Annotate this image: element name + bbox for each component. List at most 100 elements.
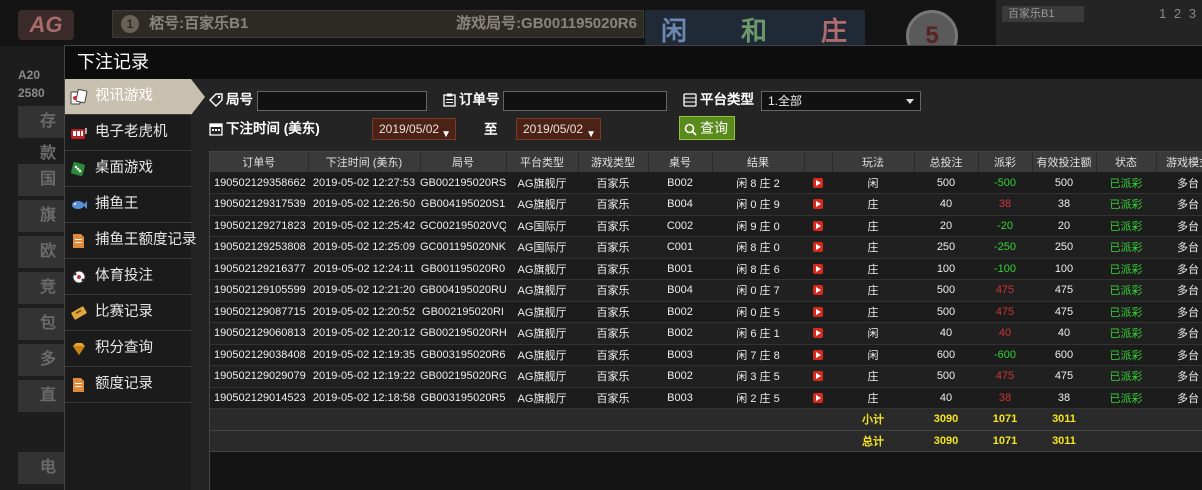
cell-total-bet: 500 xyxy=(914,172,978,194)
cell-total-bet: 600 xyxy=(914,344,978,366)
slot-icon xyxy=(71,128,87,139)
table-row: 190502129087715 2019-05-02 12:20:52 GB0021… xyxy=(210,301,1202,323)
cell-bet-time: 2019-05-02 12:18:58 xyxy=(308,387,420,409)
play-video-icon[interactable] xyxy=(813,285,823,296)
order-input[interactable] xyxy=(503,91,667,111)
round-input[interactable] xyxy=(257,91,427,111)
cards-icon xyxy=(70,89,88,105)
cell-payout: 40 xyxy=(978,322,1032,345)
cell-payout: -500 xyxy=(978,172,1032,194)
cell-status: 已派彩 xyxy=(1096,365,1156,388)
cell-table-no: B003 xyxy=(648,344,712,366)
sidebar-item-table-games[interactable]: 桌面游戏 xyxy=(65,151,191,187)
tag-icon xyxy=(209,93,223,107)
cell-bet-time: 2019-05-02 12:19:22 xyxy=(308,365,420,388)
sidebar-item-live-games[interactable]: 视讯游戏 xyxy=(65,79,205,115)
cell-table-no: B004 xyxy=(648,279,712,302)
cell-platform: AG旗舰厅 xyxy=(506,344,578,366)
play-video-icon[interactable] xyxy=(813,349,823,360)
right-tab: 百家乐B1 xyxy=(1002,6,1084,22)
cell-game-type: 百家乐 xyxy=(578,258,648,280)
table-row: 190502129216377 2019-05-02 12:24:11 GB0011… xyxy=(210,258,1202,280)
dice-icon xyxy=(71,162,85,176)
cell-round-id: GB003195020R6 xyxy=(420,344,506,366)
cell-play-type: 庄 xyxy=(832,258,914,280)
sidebar-item-fish-credit[interactable]: 捕鱼王额度记录 xyxy=(65,223,197,259)
play-video-icon[interactable] xyxy=(813,371,823,382)
table-header-row: 订单号 下注时间 (美东) 局号 平台类型 游戏类型 桌号 结果 玩法 总投注 派彩 有效投注额 状态… xyxy=(210,152,1202,172)
sidebar-item-slots[interactable]: 电子老虎机 xyxy=(65,115,191,151)
cell-bet-time: 2019-05-02 12:21:20 xyxy=(308,279,420,302)
cell-table-no: B002 xyxy=(648,301,712,323)
cell-bet-time: 2019-05-02 12:25:42 xyxy=(308,215,420,237)
cell-valid-bet: 38 xyxy=(1032,387,1096,409)
cell-status: 已派彩 xyxy=(1096,172,1156,194)
play-video-icon[interactable] xyxy=(813,263,823,274)
cell-game-mode: 多台 xyxy=(1156,301,1202,323)
table-name: 桮号:百家乐B1 xyxy=(149,15,249,32)
platform-select[interactable]: 1.全部 xyxy=(761,91,921,111)
cell-valid-bet: 20 xyxy=(1032,215,1096,237)
cell-status: 已派彩 xyxy=(1096,387,1156,409)
date-to-value: 2019/05/02 xyxy=(523,122,584,136)
date-to-picker[interactable]: 2019/05/02 ▼ xyxy=(516,118,601,140)
play-video-icon[interactable] xyxy=(813,242,823,253)
cell-game-type: 百家乐 xyxy=(578,322,648,345)
play-video-icon[interactable] xyxy=(813,306,823,317)
cell-bet-time: 2019-05-02 12:25:09 xyxy=(308,236,420,259)
cell-result: 闲 7 庄 8 xyxy=(712,344,804,366)
table-number-badge: 1 xyxy=(121,15,139,33)
to-label: 至 xyxy=(484,122,498,137)
cell-valid-bet: 40 xyxy=(1032,322,1096,345)
background-table-info: 1 桮号:百家乐B1 游戏局号:GB001195020R6 xyxy=(112,10,644,38)
total-payout: 1071 xyxy=(978,430,1032,452)
cell-video xyxy=(804,215,832,237)
list-icon xyxy=(683,93,697,107)
total-bet: 3090 xyxy=(914,430,978,452)
cell-total-bet: 500 xyxy=(914,301,978,323)
cell-play-type: 庄 xyxy=(832,365,914,388)
sidebar-item-fish-king[interactable]: 捕鱼王 xyxy=(65,187,191,223)
cell-video xyxy=(804,344,832,366)
query-button[interactable]: 查询 xyxy=(679,116,735,140)
date-from-picker[interactable]: 2019/05/02 ▼ xyxy=(372,118,456,140)
sidebar-item-credit-record[interactable]: 额度记录 xyxy=(65,367,191,403)
play-video-icon[interactable] xyxy=(813,328,823,339)
cell-round-id: GB002195020RS xyxy=(420,172,506,194)
filter-bar: 局号 订单号 平台类型 1.全部 下注时间 (美东) 2019/05/02 ▼ … xyxy=(209,79,1202,149)
account-info: A20 2580 xyxy=(18,66,45,102)
cell-game-mode: 多台 xyxy=(1156,387,1202,409)
table-row: 190502129060813 2019-05-02 12:20:12 GB0021… xyxy=(210,322,1202,345)
cell-valid-bet: 475 xyxy=(1032,365,1096,388)
round-label-text: 局号 xyxy=(226,92,253,107)
subtotal-valid: 3011 xyxy=(1032,408,1096,431)
cell-status: 已派彩 xyxy=(1096,301,1156,323)
cell-game-mode: 多台 xyxy=(1156,236,1202,259)
cell-play-type: 闲 xyxy=(832,172,914,194)
play-video-icon[interactable] xyxy=(813,220,823,231)
play-video-icon[interactable] xyxy=(813,199,823,210)
cell-game-type: 百家乐 xyxy=(578,215,648,237)
cell-round-id: GB003195020R5 xyxy=(420,387,506,409)
cell-platform: AG旗舰厅 xyxy=(506,193,578,216)
cell-order-id: 190502129358662 xyxy=(210,172,308,194)
play-video-icon[interactable] xyxy=(813,177,823,188)
play-video-icon[interactable] xyxy=(813,392,823,403)
background-left-panel: A20 2580 存款 国际 旗舰 欧洲 竞 包 多 直 电子 xyxy=(0,46,64,490)
cell-video xyxy=(804,236,832,259)
sidebar-item-matches[interactable]: 比赛记录 xyxy=(65,295,191,331)
cell-game-type: 百家乐 xyxy=(578,236,648,259)
sidebar-item-sports[interactable]: 体育投注 xyxy=(65,259,191,295)
cell-order-id: 190502129271823 xyxy=(210,215,308,237)
round-id: 游戏局号:GB001195020R6 xyxy=(456,15,637,32)
cell-bet-time: 2019-05-02 12:27:53 xyxy=(308,172,420,194)
sidebar-item-points[interactable]: 积分查询 xyxy=(65,331,191,367)
cell-payout: 475 xyxy=(978,301,1032,323)
cell-round-id: GB002195020RH xyxy=(420,322,506,345)
cell-table-no: B004 xyxy=(648,193,712,216)
column-header: 游戏模式 xyxy=(1156,152,1202,172)
cell-payout: -250 xyxy=(978,236,1032,259)
cell-order-id: 190502129317539 xyxy=(210,193,308,216)
modal-title: 下注记录 xyxy=(65,46,1202,79)
cell-platform: AG旗舰厅 xyxy=(506,279,578,302)
